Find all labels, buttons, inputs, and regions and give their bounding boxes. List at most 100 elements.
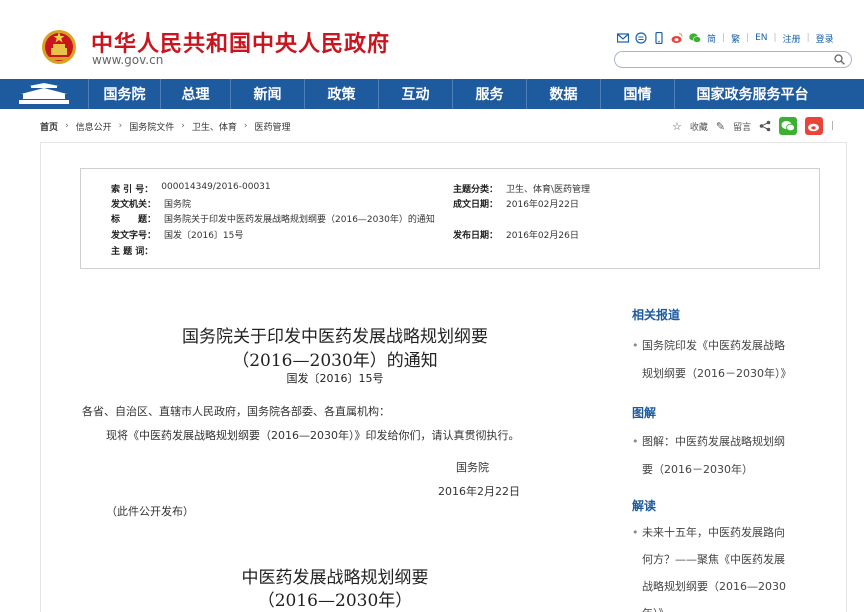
chevron-right-icon: › [243,121,248,131]
divider: | [806,33,810,43]
graphic-link[interactable]: • 图解：中医药发展战略规划纲 要（2016－2030年） [632,428,785,484]
weibo-share-icon[interactable] [805,117,824,135]
interpretation-line3[interactable]: 战略规划纲要（2016—2030 [632,573,786,600]
nav-home[interactable] [0,79,89,109]
breadcrumb-health-sports[interactable]: 卫生、体育 [192,120,237,133]
breadcrumb-home[interactable]: 首页 [40,120,58,133]
wechat-icon[interactable] [689,32,701,44]
graphic-heading: 图解 [632,406,657,420]
info-keywords-row: 主 题 词： [111,244,153,257]
document-publish-note: （此件公开发布） [106,505,194,518]
document-addressee: 各省、自治区、直辖市人民政府，国务院各部委、各直属机构： [82,405,390,418]
doc-no-label: 发文字号： [111,231,157,241]
date-written-label: 成文日期： [453,200,499,210]
divider: | [722,33,726,43]
index-no-label: 索 引 号： [111,185,154,195]
date-published-value: 2016年02月26日 [506,231,579,241]
nav-national-info[interactable]: 国情 [601,79,675,109]
search-input[interactable] [623,57,833,72]
nav-data[interactable]: 数据 [527,79,601,109]
pencil-icon[interactable]: ✎ [716,120,725,133]
related-report-line2[interactable]: 规划纲要（2016－2030年）》 [632,360,792,388]
wechat-share-icon[interactable] [779,117,798,135]
interpretation-line1[interactable]: 未来十五年，中医药发展路向 [632,519,786,546]
document-date: 2016年2月22日 [438,485,520,498]
keywords-label: 主 题 词： [111,247,154,257]
document-signer: 国务院 [456,461,489,474]
bullet-icon: • [632,339,639,352]
content-frame-top [40,142,847,143]
info-date-written-row: 成文日期： 2016年02月22日 [453,197,579,210]
category-value[interactable]: 卫生、体育\医药管理 [506,182,590,195]
divider: | [746,33,750,43]
doc-no-value: 国发〔2016〕15号 [164,231,244,241]
mobile-icon[interactable] [653,32,665,44]
info-doc-no-row: 发文字号： 国发〔2016〕15号 [111,228,243,241]
title-value: 国务院关于印发中医药发展战略规划纲要（2016—2030年）的通知 [164,215,435,225]
bullet-icon: • [632,435,639,448]
graphic-line2[interactable]: 要（2016－2030年） [632,456,785,484]
star-icon[interactable]: ☆ [672,120,682,133]
interpretation-line2[interactable]: 何方？——聚焦《中医药发展 [632,546,786,573]
related-report-line1[interactable]: 国务院印发《中医药发展战略 [632,332,792,360]
chevron-right-icon: › [118,121,123,131]
interpretation-line4[interactable]: 年）》 [632,600,786,612]
document-title-line1: 国务院关于印发中医药发展战略规划纲要 [182,327,488,347]
site-url[interactable]: www.gov.cn [92,53,163,67]
document-info-box: 索 引 号： 000014349/2016-00031 主题分类： 卫生、体育\… [80,168,820,269]
chevron-right-icon: › [65,121,69,131]
related-report-link[interactable]: • 国务院印发《中医药发展战略 规划纲要（2016－2030年）》 [632,332,792,388]
nav-gov-service-platform[interactable]: 国家政务服务平台 [675,79,830,109]
site-header: 中华人民共和国中央人民政府 www.gov.cn 简 | 繁 | EN | 注册… [0,0,864,78]
nav-premier[interactable]: 总理 [161,79,231,109]
message-link[interactable]: 留言 [733,120,751,133]
breadcrumb-medicine[interactable]: 医药管理 [255,120,291,133]
bullet-icon: • [632,526,639,539]
divider: | [773,33,777,43]
weibo-icon[interactable] [671,32,683,44]
lang-traditional-link[interactable]: 繁 [731,32,740,45]
lang-simplified-link[interactable]: 简 [707,32,716,45]
breadcrumb-state-council-docs[interactable]: 国务院文件 [129,120,174,133]
nav-policy[interactable]: 政策 [305,79,379,109]
graphic-line1[interactable]: 图解：中医药发展战略规划纲 [632,428,785,456]
tiananmen-icon [19,83,69,104]
register-link[interactable]: 注册 [783,32,801,45]
search-box [614,51,852,72]
title-label: 标 题： [111,215,157,225]
document-title-line2: （2016—2030年）的通知 [232,351,438,371]
share-bar: ☆ 收藏 ✎ 留言 | [672,116,834,136]
utility-bar: 简 | 繁 | EN | 注册 | 登录 [617,30,834,46]
lang-english-link[interactable]: EN [755,33,767,43]
national-emblem-icon[interactable] [40,26,78,66]
document-body: 现将《中医药发展战略规划纲要（2016—2030年）》印发给你们，请认真贯彻执行… [106,429,520,442]
info-date-published-row: 发布日期： 2016年02月26日 [453,228,579,241]
share-icon[interactable] [759,120,771,132]
document-number: 国发〔2016〕15号 [286,372,384,385]
breadcrumb-info-disclosure[interactable]: 信息公开 [76,120,112,133]
content-frame-left [40,142,41,612]
date-published-label: 发布日期： [453,231,499,241]
interpretation-heading: 解读 [632,499,657,513]
info-index-row: 索 引 号： 000014349/2016-00031 [111,182,271,195]
nav-interaction[interactable]: 互动 [379,79,453,109]
issuer-label: 发文机关： [111,200,157,210]
info-title-row: 标 题： 国务院关于印发中医药发展战略规划纲要（2016—2030年）的通知 [111,212,435,225]
info-category-row: 主题分类： 卫生、体育\医药管理 [453,182,590,195]
chat-icon[interactable] [635,32,647,44]
mail-icon[interactable] [617,32,629,44]
nav-news[interactable]: 新闻 [231,79,305,109]
nav-state-council[interactable]: 国务院 [89,79,161,109]
main-nav: 国务院 总理 新闻 政策 互动 服务 数据 国情 国家政务服务平台 [0,79,864,109]
category-label: 主题分类： [453,185,499,195]
search-icon[interactable] [834,54,845,65]
breadcrumb: 首页 › 信息公开 › 国务院文件 › 卫生、体育 › 医药管理 [40,116,291,136]
nav-services[interactable]: 服务 [453,79,527,109]
login-link[interactable]: 登录 [816,32,834,45]
info-issuer-row: 发文机关： 国务院 [111,197,191,210]
interpretation-link[interactable]: • 未来十五年，中医药发展路向 何方？——聚焦《中医药发展 战略规划纲要（201… [632,519,786,612]
divider: | [831,121,835,131]
favorite-link[interactable]: 收藏 [690,120,708,133]
outline-title-line2: （2016—2030年） [257,591,413,611]
outline-title-line1: 中医药发展战略规划纲要 [241,568,429,588]
